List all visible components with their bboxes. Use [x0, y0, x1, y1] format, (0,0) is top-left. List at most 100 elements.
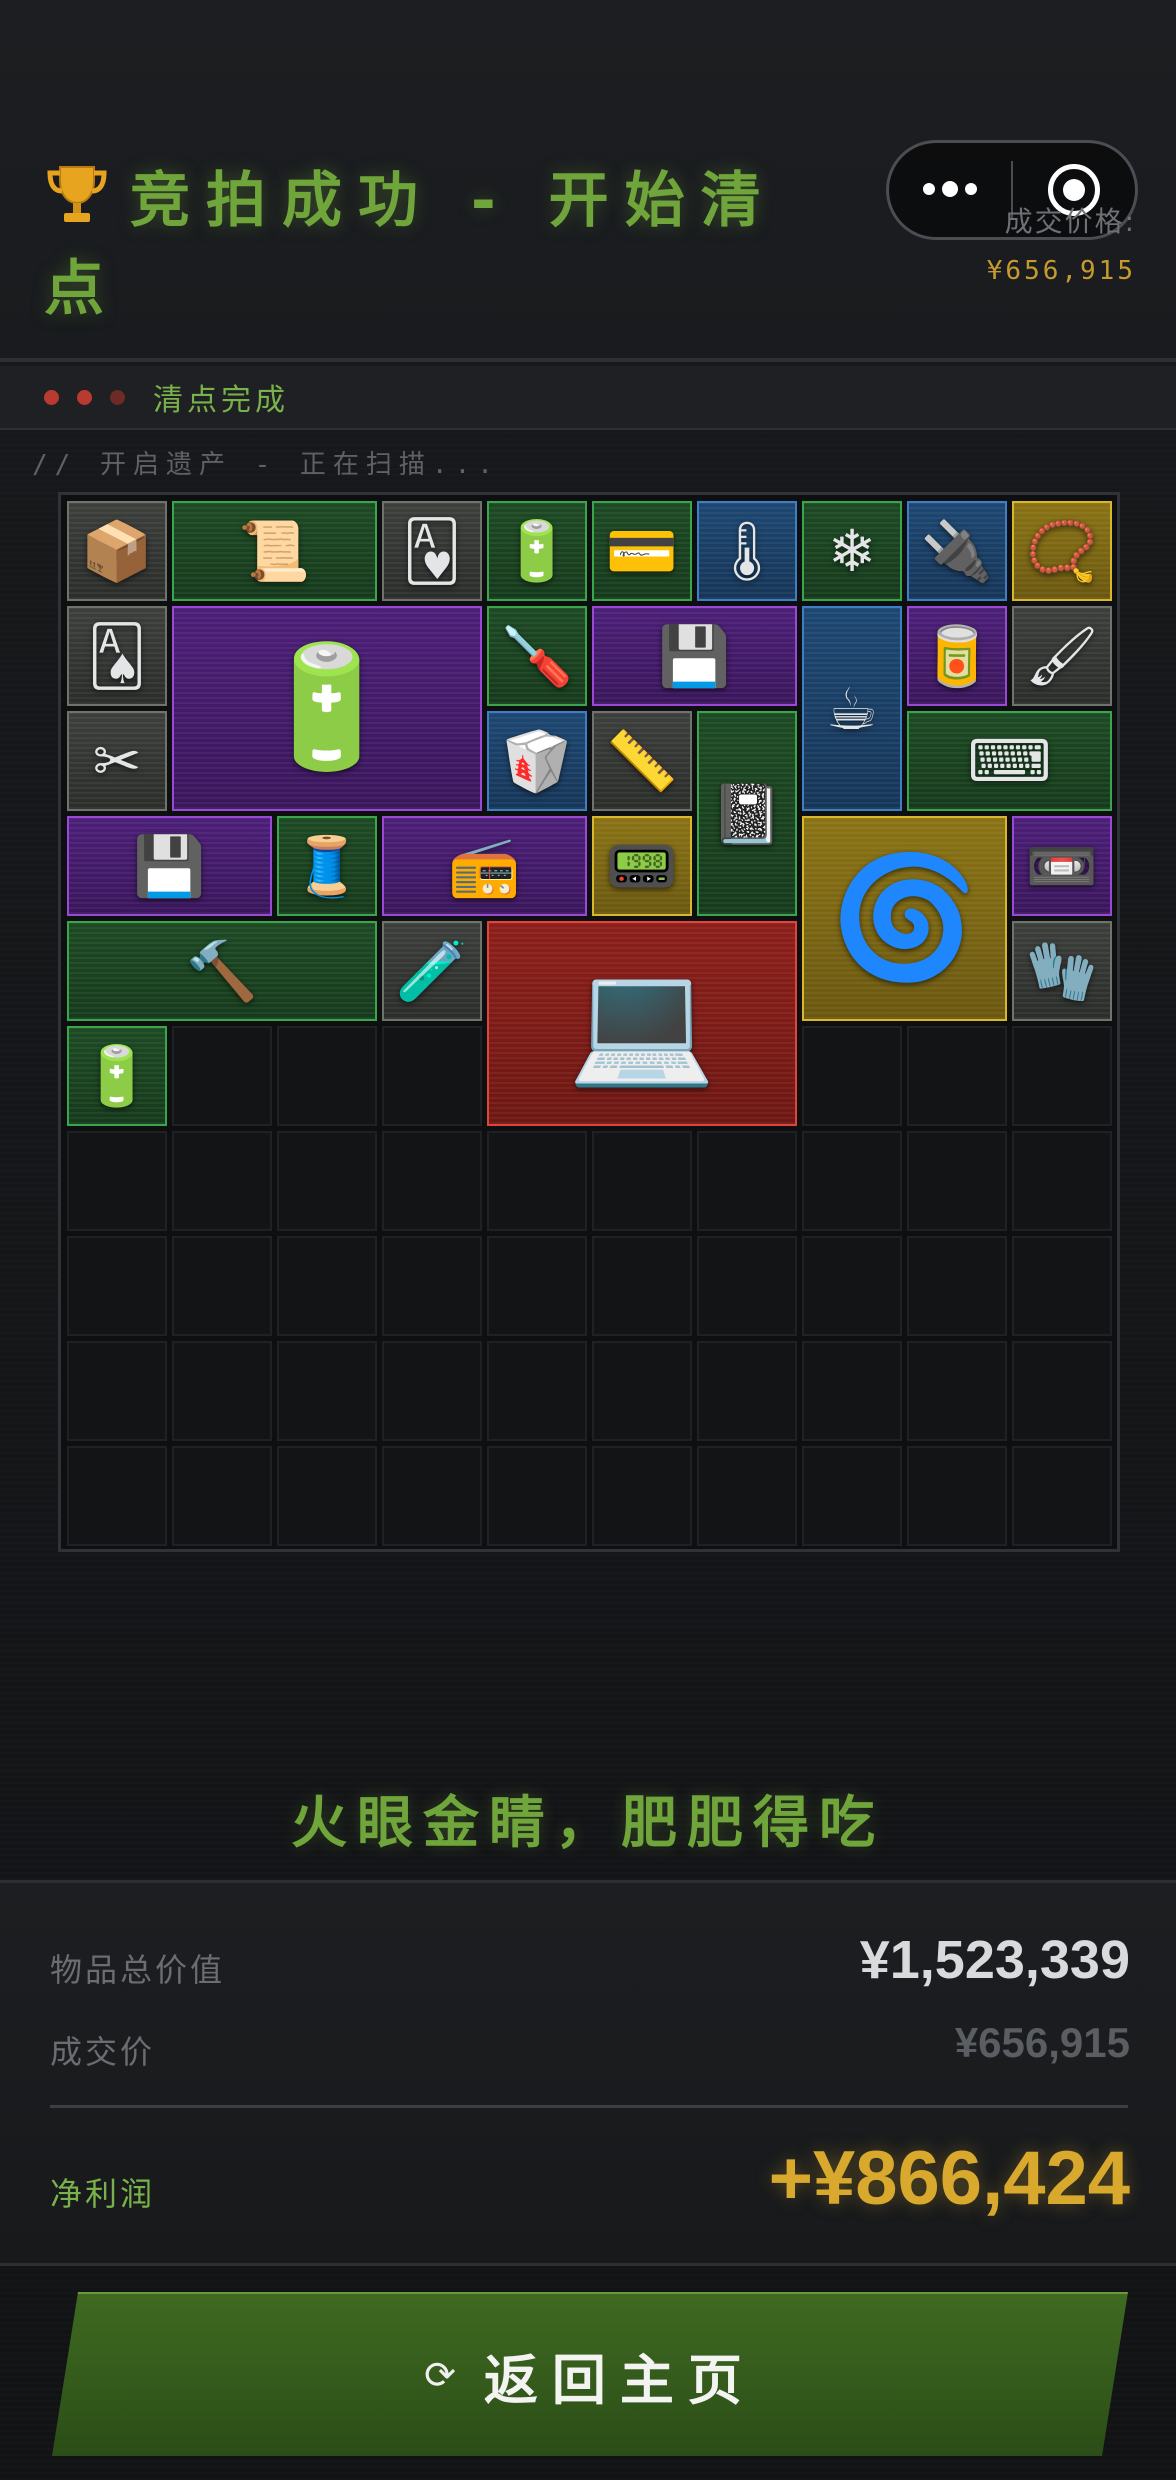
cable-reel-item[interactable]: 🌀: [802, 816, 1007, 1021]
rubber-gloves-item[interactable]: 🧤: [1012, 921, 1112, 1021]
trophy-icon: [44, 161, 110, 248]
playing-card-portrait-item[interactable]: 🂱: [382, 501, 482, 601]
pci-card-icon: 💾: [658, 622, 731, 690]
empty-slot[interactable]: [1012, 1446, 1112, 1546]
empty-slot[interactable]: [487, 1236, 587, 1336]
empty-slot[interactable]: [1012, 1236, 1112, 1336]
header: 竞拍成功 - 开始清点 成交价格: ¥656,915: [0, 0, 1176, 362]
empty-slot[interactable]: [67, 1131, 167, 1231]
pci-card-item[interactable]: 💾: [592, 606, 797, 706]
net-profit-amount: +¥866,424: [768, 2136, 1130, 2221]
leather-journal-item[interactable]: 📓: [697, 711, 797, 916]
glass-bottle-item[interactable]: 🧪: [382, 921, 482, 1021]
total-value-label: 物品总价值: [50, 1951, 226, 1989]
green-cable-item[interactable]: 🧵: [277, 816, 377, 916]
empty-slot[interactable]: [277, 1131, 377, 1231]
pci-card-2-item[interactable]: 💾: [67, 816, 272, 916]
empty-slot[interactable]: [1012, 1341, 1112, 1441]
empty-slot[interactable]: [277, 1446, 377, 1546]
empty-slot[interactable]: [67, 1446, 167, 1546]
empty-slot[interactable]: [592, 1341, 692, 1441]
empty-slot[interactable]: [382, 1446, 482, 1546]
thermometer-gun-icon: 🌡: [710, 517, 784, 585]
empty-slot[interactable]: [802, 1131, 902, 1231]
cpu-cooler-item[interactable]: ❄: [802, 501, 902, 601]
sledgehammer-icon: 🔨: [185, 937, 259, 1005]
playing-card-portrait-icon: 🂱: [402, 517, 462, 585]
empty-slot[interactable]: [802, 1341, 902, 1441]
empty-slot[interactable]: [487, 1446, 587, 1546]
empty-slot[interactable]: [277, 1026, 377, 1126]
screwdriver-tester-item[interactable]: 🪛: [487, 606, 587, 706]
more-button[interactable]: [889, 143, 1011, 237]
canned-food-item[interactable]: 🥫: [907, 606, 1007, 706]
battery-pack-item[interactable]: 🔋: [487, 501, 587, 601]
cpu-cooler-icon: ❄: [827, 517, 877, 585]
empty-slot[interactable]: [592, 1236, 692, 1336]
empty-slot[interactable]: [697, 1236, 797, 1336]
empty-slot[interactable]: [487, 1131, 587, 1231]
tape-measure-item[interactable]: 📏: [592, 711, 692, 811]
good-luck-card-item[interactable]: 💳: [592, 501, 692, 601]
coffee-pot-item[interactable]: ☕: [802, 606, 902, 811]
status-dot: [44, 389, 59, 405]
empty-slot[interactable]: [907, 1026, 1007, 1126]
deal-price-value: ¥656,915: [986, 256, 1136, 286]
sledgehammer-item[interactable]: 🔨: [67, 921, 377, 1021]
empty-slot[interactable]: [487, 1341, 587, 1441]
empty-slot[interactable]: [277, 1341, 377, 1441]
car-battery-item[interactable]: 🔋: [172, 606, 482, 811]
empty-slot[interactable]: [67, 1236, 167, 1336]
empty-slot[interactable]: [172, 1236, 272, 1336]
empty-slot[interactable]: [802, 1236, 902, 1336]
empty-slot[interactable]: [382, 1236, 482, 1336]
nine-volt-battery-item[interactable]: 🔋: [67, 1026, 167, 1126]
green-cable-icon: 🧵: [290, 832, 364, 900]
nine-volt-battery-icon: 🔋: [80, 1042, 154, 1110]
return-home-button[interactable]: ⟳ 返回主页: [52, 2292, 1128, 2456]
page-title: 竞拍成功 - 开始清点: [44, 160, 804, 330]
empty-slot[interactable]: [592, 1446, 692, 1546]
cardboard-box-item[interactable]: 📦: [67, 501, 167, 601]
empty-slot[interactable]: [1012, 1131, 1112, 1231]
rugged-laptop-case-item[interactable]: 💻: [487, 921, 797, 1126]
empty-slot[interactable]: [172, 1446, 272, 1546]
cassette-icon: 📼: [1025, 832, 1099, 900]
empty-slot[interactable]: [382, 1131, 482, 1231]
paint-brush-icon: 🖌: [1025, 622, 1099, 690]
empty-slot[interactable]: [382, 1341, 482, 1441]
return-home-label: 返回主页: [483, 2348, 756, 2412]
cable-reel-icon: 🌀: [830, 849, 979, 987]
empty-slot[interactable]: [907, 1341, 1007, 1441]
ration-pack-item[interactable]: 🥡: [487, 711, 587, 811]
scissors-clamp-item[interactable]: ✂: [67, 711, 167, 811]
empty-slot[interactable]: [592, 1131, 692, 1231]
empty-slot[interactable]: [67, 1341, 167, 1441]
empty-slot[interactable]: [907, 1446, 1007, 1546]
empty-slot[interactable]: [802, 1446, 902, 1546]
thermometer-gun-item[interactable]: 🌡: [697, 501, 797, 601]
empty-slot[interactable]: [382, 1026, 482, 1126]
empty-slot[interactable]: [907, 1131, 1007, 1231]
paint-brush-item[interactable]: 🖌: [1012, 606, 1112, 706]
empty-slot[interactable]: [697, 1446, 797, 1546]
gold-skull-necklace-item[interactable]: 📿: [1012, 501, 1112, 601]
power-adapter-item[interactable]: 🔌: [907, 501, 1007, 601]
empty-slot[interactable]: [1012, 1026, 1112, 1126]
empty-slot[interactable]: [277, 1236, 377, 1336]
empty-slot[interactable]: [172, 1131, 272, 1231]
cassette-item[interactable]: 📼: [1012, 816, 1112, 916]
keyboard-item[interactable]: ⌨: [907, 711, 1112, 811]
empty-slot[interactable]: [172, 1026, 272, 1126]
rubber-gloves-icon: 🧤: [1025, 937, 1099, 1005]
empty-slot[interactable]: [697, 1341, 797, 1441]
more-dots-icon: [923, 181, 977, 197]
playing-card-item[interactable]: 🂡: [67, 606, 167, 706]
circuit-module-item[interactable]: 📟: [592, 816, 692, 916]
radio-item[interactable]: 📻: [382, 816, 587, 916]
old-paper-item[interactable]: 📜: [172, 501, 377, 601]
empty-slot[interactable]: [802, 1026, 902, 1126]
empty-slot[interactable]: [907, 1236, 1007, 1336]
empty-slot[interactable]: [697, 1131, 797, 1231]
empty-slot[interactable]: [172, 1341, 272, 1441]
